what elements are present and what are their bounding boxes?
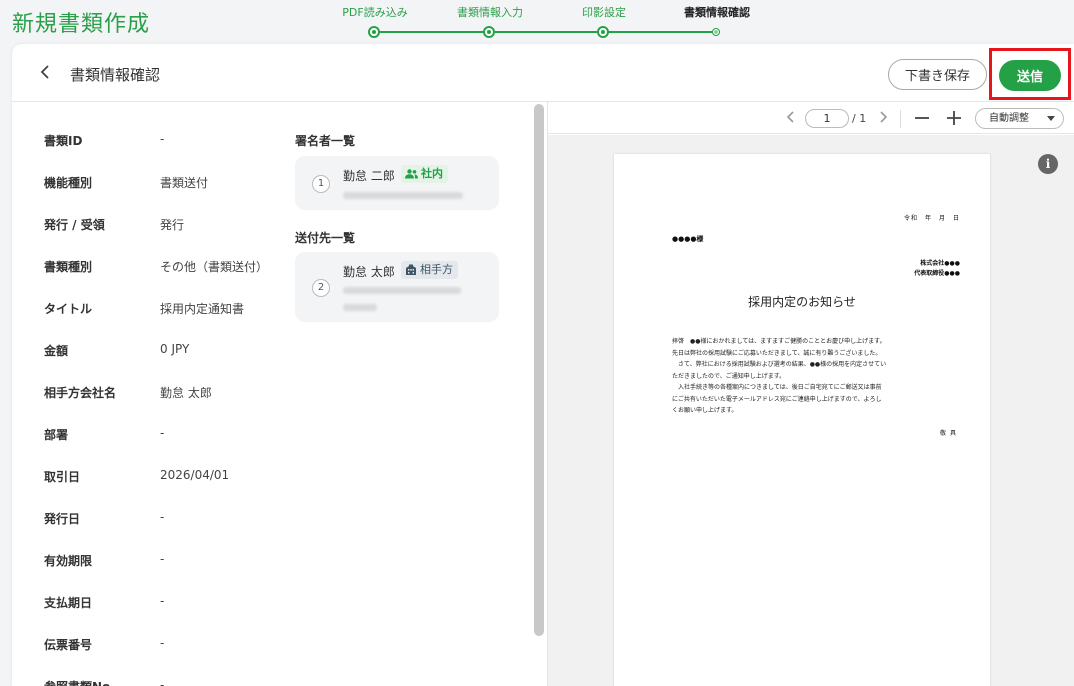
progress-stepper: PDF読み込み 書類情報入力 印影設定 書類情報確認: [342, 0, 750, 44]
step-label: 書類情報確認: [684, 6, 750, 19]
field-label: 機能種別: [44, 176, 93, 190]
pdf-body-line: ただきましたので、ご通知申し上げます。: [672, 372, 786, 380]
card-header: 書類情報確認 下書き保存 送信: [12, 44, 1074, 102]
field-value: -: [160, 426, 165, 440]
field-label: 取引日: [44, 470, 81, 484]
signer-order-number: 1: [312, 175, 330, 193]
field-value: 2026/04/01: [160, 468, 230, 482]
step-confirm: 書類情報確認: [657, 0, 777, 36]
recipient-detail-redacted: [343, 304, 377, 311]
page-total: / 1: [852, 112, 867, 125]
pdf-company-name: 株式会社●●●: [920, 260, 960, 267]
pdf-viewer-area: 令和 年 月 日 ●●●●様 株式会社●●● 代表取締役●●● 採用内定のお知ら…: [548, 135, 1074, 686]
pdf-date-line: 令和 年 月 日: [903, 215, 960, 222]
recipient-name: 勤怠 太郎: [343, 265, 395, 279]
section-title: 書類情報確認: [70, 66, 161, 84]
field-label: タイトル: [44, 302, 93, 316]
step-seal-settings: 印影設定: [544, 0, 664, 38]
field-value: 0 JPY: [160, 342, 190, 356]
zoom-select-label: 自動調整: [989, 113, 1029, 124]
pdf-body-line: 入社手続き等の各種案内につきましては、後日ご自宅宛てにご郵送又は事前: [678, 384, 882, 391]
main-card: 書類情報確認 下書き保存 送信 書類ID - 機能種別 書類送付 発行 / 受領…: [12, 44, 1074, 686]
page-number-input[interactable]: [805, 109, 849, 128]
field-value: 書類送付: [160, 176, 209, 190]
step-complete-dot: [483, 26, 495, 38]
pdf-closing: 敬具: [939, 430, 960, 437]
badge-label: 社内: [421, 167, 443, 180]
pdf-body-line: くお願い申し上げます。: [672, 407, 738, 414]
send-button[interactable]: 送信: [999, 60, 1061, 91]
pdf-sender: 株式会社●●● 代表取締役●●●: [914, 259, 960, 279]
signers-heading: 署名者一覧: [295, 134, 356, 148]
recipient-email-redacted: [343, 287, 461, 294]
pdf-body-line: さて、弊社における採用試験および選考の結果、●●様の採用を内定させてい: [678, 361, 887, 368]
field-label: 部署: [44, 428, 69, 442]
field-value: -: [160, 678, 165, 686]
field-label: 発行 / 受領: [44, 218, 105, 232]
counterparty-badge: 相手方: [401, 261, 458, 279]
step-complete-dot: [597, 26, 609, 38]
field-value: -: [160, 594, 165, 608]
step-complete-dot: [368, 26, 380, 38]
field-label: 支払期日: [44, 596, 93, 610]
field-value: -: [160, 552, 165, 566]
step-current-dot: [712, 28, 720, 36]
document-info-pane: 書類ID - 機能種別 書類送付 発行 / 受領 発行 書類種別 その他（書類送…: [12, 102, 547, 686]
pdf-recipient: ●●●●様: [672, 235, 704, 243]
field-value: -: [160, 132, 165, 146]
field-label: 伝票番号: [44, 638, 93, 652]
building-icon: [405, 263, 417, 281]
pdf-body-line: にご共有いただいた電子メールアドレス宛にご連絡申し上げますので、よろし: [672, 395, 882, 403]
step-label: 書類情報入力: [457, 6, 523, 19]
pdf-body: 拝啓 ●●様におかれましては、ますますご健勝のこととお慶び申し上げます。 先日は…: [672, 336, 960, 417]
step-label: PDF読み込み: [342, 6, 408, 19]
recipient-card: 2 勤怠 太郎 相手方: [295, 252, 499, 322]
zoom-in-icon[interactable]: [946, 109, 964, 127]
field-value: 採用内定通知書: [160, 302, 245, 316]
pdf-page: 令和 年 月 日 ●●●●様 株式会社●●● 代表取締役●●● 採用内定のお知ら…: [614, 154, 990, 686]
info-icon[interactable]: i: [1038, 154, 1058, 174]
badge-label: 相手方: [420, 263, 453, 276]
field-value: 発行: [160, 218, 185, 232]
save-draft-button[interactable]: 下書き保存: [888, 59, 987, 90]
recipient-order-number: 2: [312, 279, 330, 297]
step-document-info: 書類情報入力: [430, 0, 550, 38]
internal-badge: 社内: [401, 165, 448, 183]
field-value: -: [160, 636, 165, 650]
prev-page-icon[interactable]: [786, 109, 800, 127]
info-pane-scrollbar[interactable]: [534, 104, 544, 636]
field-label: 金額: [44, 344, 69, 358]
field-value: その他（書類送付）: [160, 260, 269, 274]
field-value: -: [160, 510, 165, 524]
zoom-out-icon[interactable]: [914, 109, 932, 127]
pdf-body-line: 先日は弊社の採用試験にご応募いただきまして、誠に有り難うございました。: [672, 349, 882, 357]
people-icon: [405, 167, 418, 185]
field-label: 書類種別: [44, 260, 93, 274]
field-label: 書類ID: [44, 134, 83, 148]
field-value: 勤怠 太郎: [160, 386, 212, 400]
field-label: 相手方会社名: [44, 386, 117, 400]
toolbar-divider: [900, 110, 901, 128]
field-label: 発行日: [44, 512, 81, 526]
zoom-select[interactable]: 自動調整: [975, 108, 1064, 129]
send-button-highlight: 送信: [989, 48, 1071, 100]
signer-card: 1 勤怠 二郎 社内: [295, 156, 499, 210]
signer-name: 勤怠 二郎: [343, 169, 395, 183]
field-label: 参照書類No.: [44, 678, 154, 686]
field-label: 有効期限: [44, 554, 93, 568]
step-label: 印影設定: [582, 6, 626, 19]
next-page-icon[interactable]: [878, 109, 892, 127]
stepper-line: [376, 31, 718, 33]
page-title: 新規書類作成: [12, 12, 151, 37]
pdf-representative: 代表取締役●●●: [914, 270, 960, 277]
caret-down-icon: [1047, 116, 1055, 121]
pdf-title: 採用内定のお知らせ: [748, 295, 856, 309]
pdf-body-line: 拝啓 ●●様におかれましては、ますますご健勝のこととお慶び申し上げます。: [672, 338, 886, 345]
pdf-viewer-toolbar: / 1 自動調整: [548, 102, 1074, 134]
recipients-heading: 送付先一覧: [295, 231, 356, 245]
step-pdf-import: PDF読み込み: [315, 0, 435, 38]
back-chevron-icon[interactable]: [40, 64, 54, 82]
signer-email-redacted: [343, 192, 463, 199]
